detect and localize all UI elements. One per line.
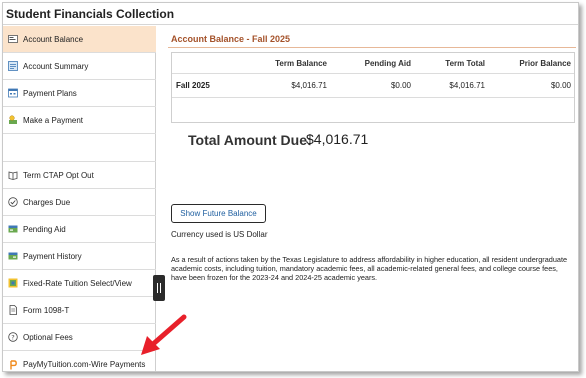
paymytuition-logo-icon <box>8 359 18 370</box>
sidebar-item-account-summary[interactable]: Account Summary <box>3 53 156 80</box>
app-title: Student Financials Collection <box>6 7 175 21</box>
legislature-note: As a result of actions taken by the Texa… <box>171 255 568 282</box>
fixed-rate-icon <box>8 278 18 288</box>
book-icon <box>8 170 18 180</box>
make-payment-icon <box>8 115 18 125</box>
sidebar-item-make-payment[interactable]: Make a Payment <box>3 107 156 134</box>
account-balance-icon <box>8 34 18 44</box>
document-icon <box>8 305 18 315</box>
sidebar-item-account-balance[interactable]: Account Balance <box>3 26 156 53</box>
sidebar-item-label: PayMyTuition.com-Wire Payments <box>23 360 146 369</box>
total-amount-due-value: $4,016.71 <box>306 131 369 147</box>
header-cell-prior-balance: Prior Balance <box>519 58 571 68</box>
sidebar-item-label: Pending Aid <box>23 224 66 234</box>
term-total-cell: $4,016.71 <box>449 81 485 90</box>
pending-aid-icon <box>8 224 18 234</box>
currency-note: Currency used is US Dollar <box>171 230 268 239</box>
payment-history-icon <box>8 251 18 261</box>
table-row: Fall 2025 $4,016.71 $0.00 $4,016.71 $0.0… <box>172 74 574 98</box>
sidebar-item-label: Payment Plans <box>23 88 77 98</box>
sidebar-collapse-handle[interactable] <box>153 275 165 301</box>
app-window: Student Financials Collection Account Ba… <box>2 2 579 372</box>
sidebar-item-term-ctap-opt-out[interactable]: Term CTAP Opt Out <box>3 162 156 189</box>
header-cell-term-balance: Term Balance <box>275 58 327 68</box>
show-future-balance-button[interactable]: Show Future Balance <box>171 204 266 223</box>
pending-aid-cell: $0.00 <box>390 81 411 90</box>
annotation-arrow-icon <box>141 314 187 355</box>
sidebar-item-label: Optional Fees <box>23 332 73 342</box>
sidebar: Account Balance Account Summary Payment … <box>3 26 156 371</box>
sidebar-item-label: Fixed-Rate Tuition Select/View <box>23 278 132 288</box>
sidebar-spacer <box>3 134 156 162</box>
sidebar-item-paymytuition[interactable]: PayMyTuition.com-Wire Payments <box>3 351 156 371</box>
svg-text:?: ? <box>11 333 14 341</box>
sidebar-item-label: Make a Payment <box>23 115 84 125</box>
header-cell-term-total: Term Total <box>445 58 485 68</box>
account-summary-icon <box>8 61 18 71</box>
account-balance-table: Term Balance Pending Aid Term Total Prio… <box>171 52 575 123</box>
section-title: Account Balance - Fall 2025 <box>171 34 291 44</box>
header-cell <box>176 53 256 73</box>
sidebar-item-label: Form 1098-T <box>23 305 70 315</box>
sidebar-item-label: Charges Due <box>23 197 71 207</box>
sidebar-item-label: Account Balance <box>23 34 84 44</box>
sidebar-item-label: Payment History <box>23 251 82 261</box>
header-bar: Student Financials Collection <box>3 3 578 25</box>
payment-plans-icon <box>8 88 18 98</box>
check-circle-icon <box>8 197 18 207</box>
prior-balance-cell: $0.00 <box>550 81 571 90</box>
main-content: Account Balance - Fall 2025 Term Balance… <box>168 26 578 371</box>
sidebar-item-form-1098t[interactable]: Form 1098-T <box>3 297 156 324</box>
sidebar-item-payment-plans[interactable]: Payment Plans <box>3 80 156 107</box>
total-amount-due-label: Total Amount Due: <box>188 132 312 148</box>
sidebar-item-fixed-rate-tuition[interactable]: Fixed-Rate Tuition Select/View <box>3 270 156 297</box>
sidebar-item-payment-history[interactable]: Payment History <box>3 243 156 270</box>
question-circle-icon: ? <box>8 332 18 342</box>
sidebar-item-optional-fees[interactable]: ? Optional Fees <box>3 324 156 351</box>
term-cell: Fall 2025 <box>176 81 210 90</box>
sidebar-item-label: Account Summary <box>23 61 89 71</box>
sidebar-item-label: Term CTAP Opt Out <box>23 170 94 180</box>
header-cell-pending-aid: Pending Aid <box>364 58 411 68</box>
title-divider <box>168 47 576 48</box>
sidebar-item-pending-aid[interactable]: Pending Aid <box>3 216 156 243</box>
sidebar-item-charges-due[interactable]: Charges Due <box>3 189 156 216</box>
term-balance-cell: $4,016.71 <box>291 81 327 90</box>
table-header: Term Balance Pending Aid Term Total Prio… <box>172 53 574 74</box>
